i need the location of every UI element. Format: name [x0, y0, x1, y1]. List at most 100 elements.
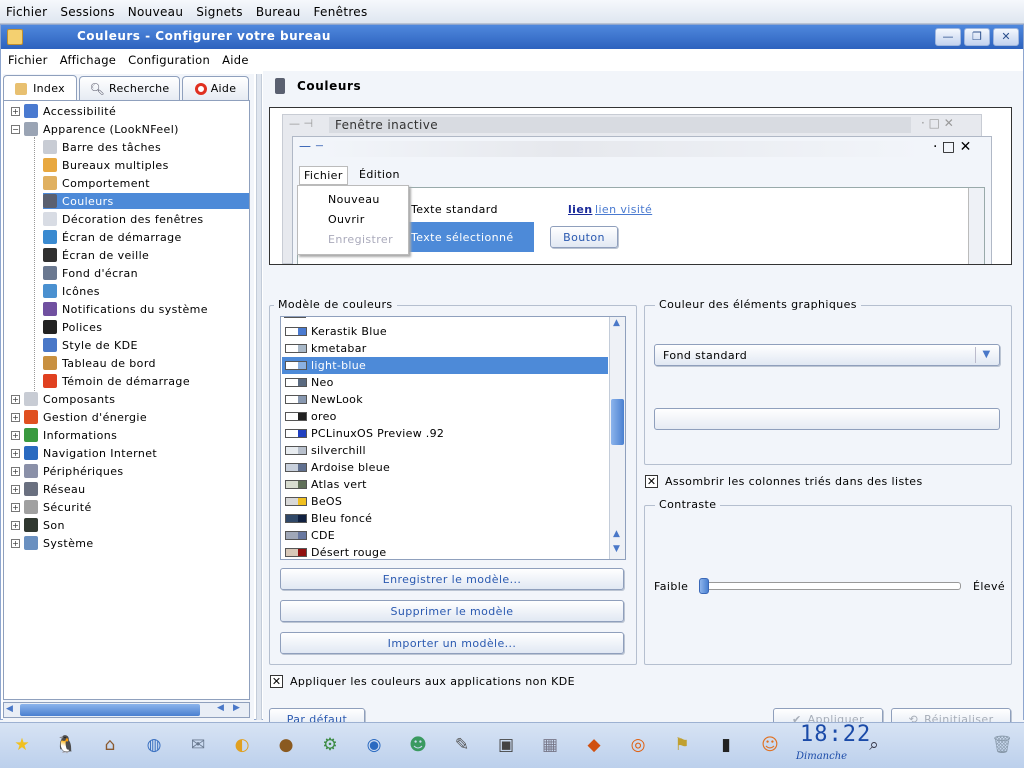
- remove-scheme-button[interactable]: Supprimer le modèle: [280, 600, 624, 622]
- expander-icon[interactable]: +: [11, 467, 20, 476]
- clock-time[interactable]: 18:22: [800, 722, 871, 747]
- scheme-item[interactable]: Ardoise bleue: [282, 459, 608, 476]
- window-app-icon[interactable]: [7, 29, 23, 45]
- tree-item[interactable]: Apparence (LookNFeel): [24, 121, 224, 137]
- expander-icon[interactable]: +: [11, 503, 20, 512]
- scroll-left-step-arrow[interactable]: ◀: [217, 703, 224, 713]
- tree-item[interactable]: Navigation Internet: [24, 445, 224, 461]
- contrast-slider-handle[interactable]: [699, 578, 709, 594]
- tree-item[interactable]: Périphériques: [24, 463, 224, 479]
- tree-item[interactable]: Témoin de démarrage: [43, 373, 243, 389]
- flag-icon[interactable]: ⚑: [668, 731, 696, 759]
- tree-item[interactable]: Bureaux multiples: [43, 157, 243, 173]
- module-tree[interactable]: Accessibilité + Apparence (LookNFeel) − Barr…: [3, 100, 250, 700]
- scheme-item[interactable]: Désert rouge: [282, 544, 608, 559]
- scheme-item[interactable]: PCLinuxOS Preview .92: [282, 425, 608, 442]
- menu-affichage[interactable]: Affichage: [60, 53, 116, 67]
- tab-aide[interactable]: Aide: [182, 76, 249, 100]
- tab-index[interactable]: Index: [3, 75, 77, 101]
- expander-icon[interactable]: −: [11, 125, 20, 134]
- tree-item[interactable]: Tableau de bord: [43, 355, 243, 371]
- tree-item[interactable]: Informations: [24, 427, 224, 443]
- tree-item[interactable]: Gestion d'énergie: [24, 409, 224, 425]
- users-icon[interactable]: ☻: [404, 731, 432, 759]
- scheme-item[interactable]: kmetabar: [282, 340, 608, 357]
- trash-icon[interactable]: 🗑: [988, 731, 1016, 759]
- contrast-slider-track[interactable]: [701, 582, 961, 590]
- desktop-menu-sessions[interactable]: Sessions: [60, 5, 114, 19]
- widget-color-select[interactable]: Fond standard ▼: [654, 344, 1000, 366]
- darken-columns-checkbox[interactable]: ✕: [645, 475, 658, 488]
- firefox-icon[interactable]: ◎: [624, 731, 652, 759]
- widget-color-button[interactable]: [654, 408, 1000, 430]
- terminal-icon[interactable]: ▮: [712, 731, 740, 759]
- lock-icon[interactable]: ◐: [228, 731, 256, 759]
- scroll-left-arrow[interactable]: ◀: [6, 704, 18, 716]
- mail-icon[interactable]: ✉: [184, 731, 212, 759]
- menu-aide[interactable]: Aide: [222, 53, 249, 67]
- tree-item[interactable]: Style de KDE: [43, 337, 243, 353]
- scheme-item[interactable]: Bleu foncé: [282, 510, 608, 527]
- tree-item[interactable]: Composants: [24, 391, 224, 407]
- minimize-button[interactable]: —: [935, 28, 961, 46]
- apply-non-kde-checkbox[interactable]: ✕: [270, 675, 283, 688]
- close-button[interactable]: ✕: [993, 28, 1019, 46]
- scheme-item[interactable]: Kerastik Blue: [282, 323, 608, 340]
- home-icon[interactable]: ⌂: [96, 731, 124, 759]
- scheme-item[interactable]: CDE: [282, 527, 608, 544]
- scheme-list[interactable]: Kerastik Blue kmetabar light-blue Neo NewLoo…: [280, 316, 626, 560]
- earth-icon[interactable]: ◉: [360, 731, 388, 759]
- maximize-button[interactable]: ❐: [964, 28, 990, 46]
- car-icon[interactable]: ◆: [580, 731, 608, 759]
- scroll-down-arrow[interactable]: ▼: [613, 544, 620, 554]
- tree-item[interactable]: Décoration des fenêtres: [43, 211, 243, 227]
- tree-item[interactable]: Sécurité: [24, 499, 224, 515]
- tree-item[interactable]: Polices: [43, 319, 243, 335]
- expander-icon[interactable]: +: [11, 449, 20, 458]
- scheme-item[interactable]: NewLook: [282, 391, 608, 408]
- scroll-thumb[interactable]: [611, 399, 624, 445]
- scheme-item[interactable]: silverchill: [282, 442, 608, 459]
- star-icon[interactable]: ★: [8, 731, 36, 759]
- desktop-menu-fichier[interactable]: Fichier: [6, 5, 47, 19]
- tree-item[interactable]: Écran de démarrage: [43, 229, 243, 245]
- expander-icon[interactable]: +: [11, 431, 20, 440]
- desktop-menu-signets[interactable]: Signets: [196, 5, 243, 19]
- menu-fichier[interactable]: Fichier: [8, 53, 48, 67]
- splitter[interactable]: [256, 74, 262, 720]
- tree-item[interactable]: Notifications du système: [43, 301, 243, 317]
- tree-item[interactable]: Réseau: [24, 481, 224, 497]
- scroll-up-step-arrow[interactable]: ▲: [613, 529, 620, 539]
- scroll-right-arrow[interactable]: ▶: [233, 703, 240, 713]
- scroll-thumb[interactable]: [20, 704, 200, 716]
- scheme-item[interactable]: light-blue: [282, 357, 608, 374]
- gimp-icon[interactable]: ✎: [448, 731, 476, 759]
- tux-icon[interactable]: 🐧: [52, 731, 80, 759]
- tree-item[interactable]: Comportement: [43, 175, 243, 191]
- tab-recherche[interactable]: 🔍︎ Recherche: [79, 76, 180, 100]
- expander-icon[interactable]: +: [11, 107, 20, 116]
- menu-configuration[interactable]: Configuration: [128, 53, 210, 67]
- people-icon[interactable]: ☺: [756, 731, 784, 759]
- import-scheme-button[interactable]: Importer un modèle...: [280, 632, 624, 654]
- scheme-item[interactable]: Atlas vert: [282, 476, 608, 493]
- expander-icon[interactable]: +: [11, 413, 20, 422]
- save-scheme-button[interactable]: Enregistrer le modèle...: [280, 568, 624, 590]
- tree-item[interactable]: Icônes: [43, 283, 243, 299]
- globe-icon[interactable]: ◍: [140, 731, 168, 759]
- desktop-menu-bureau[interactable]: Bureau: [256, 5, 301, 19]
- expander-icon[interactable]: +: [11, 539, 20, 548]
- scroll-up-arrow[interactable]: ▲: [613, 318, 620, 328]
- expander-icon[interactable]: +: [11, 485, 20, 494]
- bear-icon[interactable]: ●: [272, 731, 300, 759]
- tree-item[interactable]: Système: [24, 535, 224, 551]
- scheme-list-scrollbar[interactable]: ▲ ▲ ▼: [609, 317, 625, 559]
- tree-item[interactable]: Fond d'écran: [43, 265, 243, 281]
- calendar-icon[interactable]: ▦: [536, 731, 564, 759]
- camera-icon[interactable]: ▣: [492, 731, 520, 759]
- tree-item[interactable]: Couleurs: [43, 193, 249, 209]
- tree-item[interactable]: Écran de veille: [43, 247, 243, 263]
- tree-item[interactable]: Barre des tâches: [43, 139, 243, 155]
- settings-icon[interactable]: ⚙: [316, 731, 344, 759]
- scheme-item[interactable]: oreo: [282, 408, 608, 425]
